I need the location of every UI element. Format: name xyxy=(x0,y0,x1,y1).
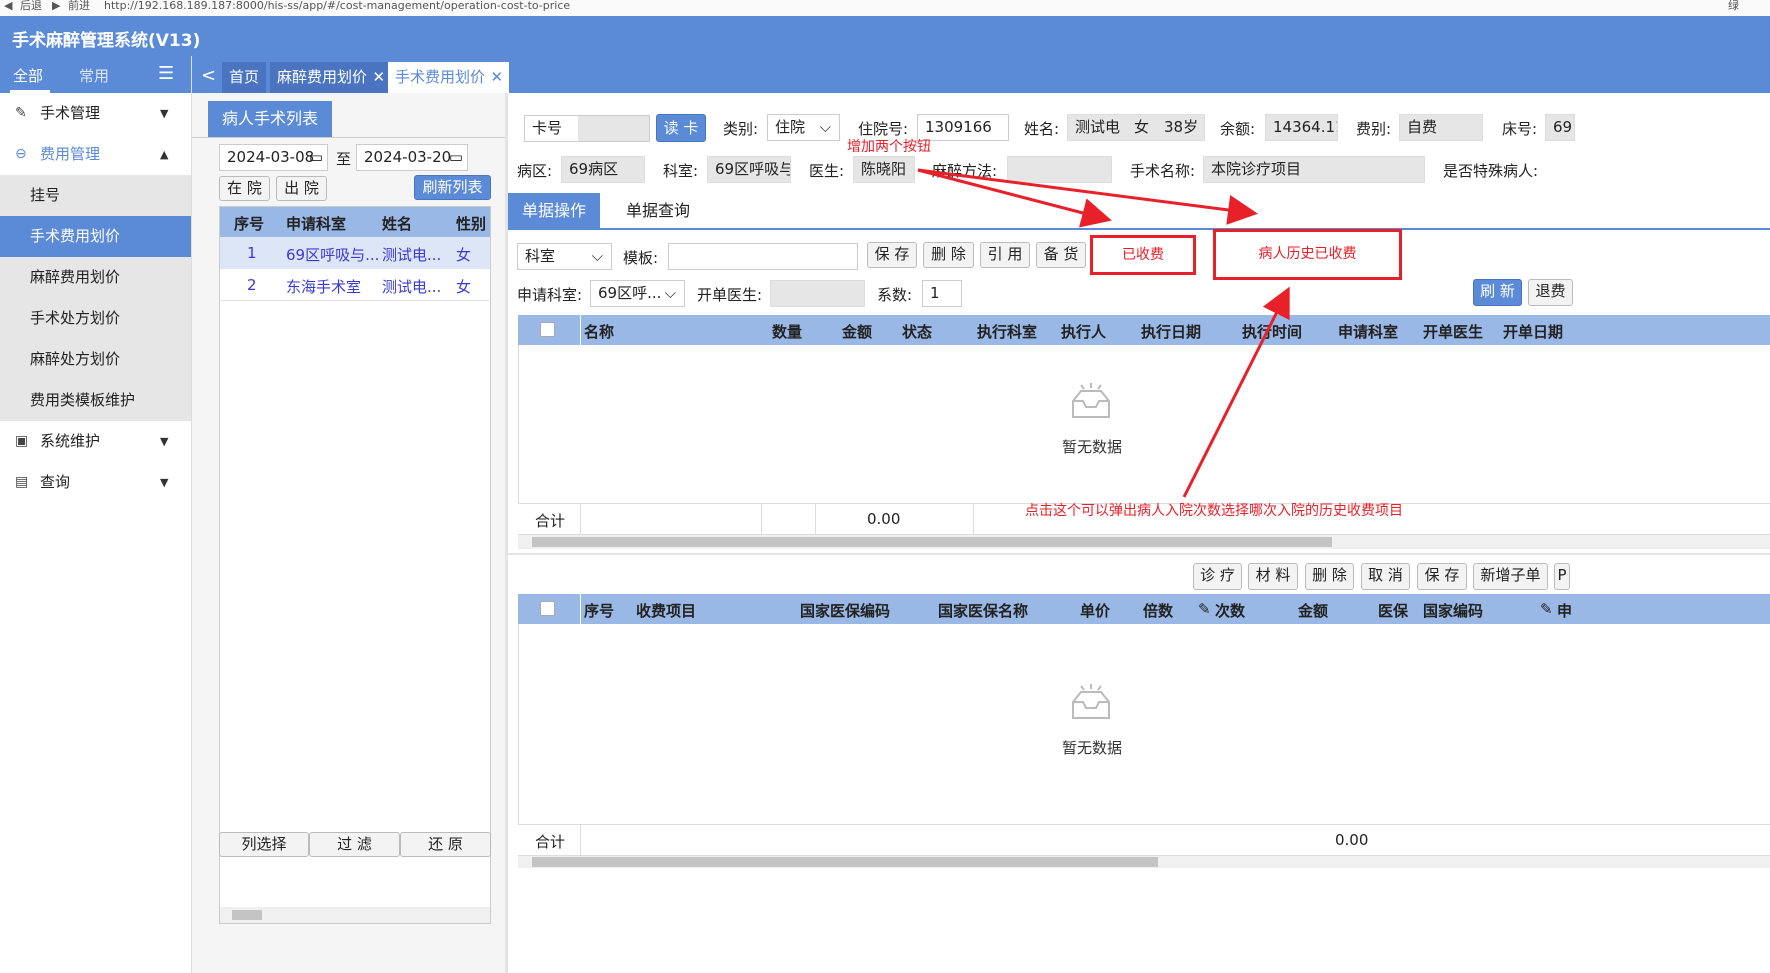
arrow-from-note xyxy=(1182,286,1290,498)
annotation-arrows xyxy=(917,168,1290,498)
annotation-history-note: 点击这个可以弹出病人入院次数选择哪次入院的历史收费项目 xyxy=(1025,503,1403,519)
arrow-to-charged xyxy=(917,168,1112,228)
arrow-to-history xyxy=(917,168,1258,225)
